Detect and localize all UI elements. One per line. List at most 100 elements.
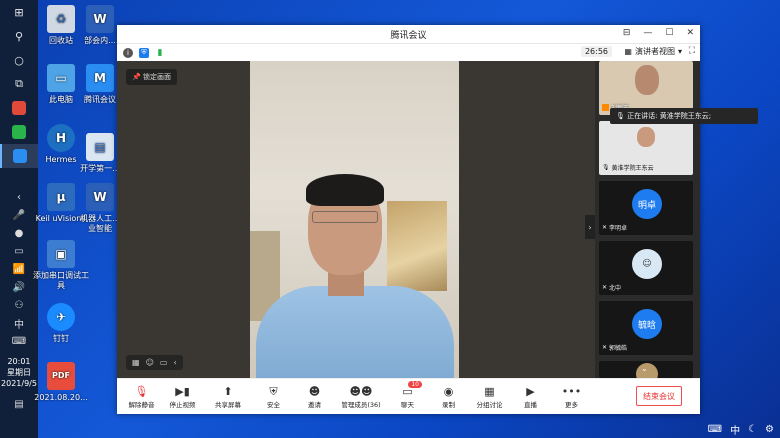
speaking-indicator: 🎙 正在讲话: 黄淮学院王东云; [610,108,758,124]
mic-icon: 🎙 [616,112,625,120]
invite-button[interactable]: ☻ 邀请 [294,381,335,413]
word-icon: W [86,5,114,33]
share-screen-button[interactable]: ⬆ 共享屏幕 [203,381,253,413]
mic-muted-icon: ✕ [602,344,608,351]
view-mode-label: 演讲者视图 [634,47,675,56]
hermes-icon: H [47,124,75,152]
stop-video-button[interactable]: ▶▮ 停止视频 [162,381,203,413]
moon-icon[interactable]: ☾ [748,424,757,435]
participant-tile[interactable]: 刘新玉 [599,61,693,115]
minimize-icon[interactable]: — [643,28,652,38]
signal-icon[interactable]: ▮ [155,48,165,58]
participant-video-face [637,127,655,147]
participant-tile[interactable]: 🎙 黄淮学院王东云 [599,121,693,175]
desktop-icon-serial-tool[interactable]: ▣ 添加串口调试工具 [31,240,91,291]
participant-avatar: 明卓 [632,189,662,219]
view-grid-icon: ▦ [624,47,632,56]
participant-video-face [635,65,659,95]
computer-icon: ▭ [47,64,75,92]
speaker-video[interactable] [250,61,459,378]
participant-tile[interactable]: ☺ ✕ 北中 [599,241,693,295]
keyboard-layout-icon[interactable]: ⌨ [708,424,722,435]
mic-muted-icon: ✕ [602,284,608,291]
desktop-icon-word-doc[interactable]: W 部会内... [78,5,122,46]
participant-tile[interactable]: 毓晗 ✕ 郭毓皓 [599,301,693,355]
layout-icon[interactable]: ▦ [132,358,140,367]
desktop-icon-tencent-meeting[interactable]: M 腾讯会议 [78,64,122,105]
window-titlebar[interactable]: 腾讯会议 ⊟ — ☐ ✕ [117,25,700,44]
tencent-meeting-icon: M [86,64,114,92]
close-icon[interactable]: ✕ [686,28,694,38]
chat-unread-badge: 10 [408,380,422,388]
participant-avatar: 毓晗 [632,309,662,339]
pin-small-icon: 📌 [132,73,141,81]
desktop-icon-doc[interactable]: ▤ 开学第一... [78,133,122,174]
breakout-button[interactable]: ▦ 分组讨论 [469,381,510,413]
participant-name: ✕ 李明卓 [602,224,628,232]
lock-label: 锁定画面 [142,73,171,81]
view-mode-button[interactable]: ▦ 演讲者视图 ▾ [624,46,682,57]
camera-icon: ▶▮ [175,384,190,398]
participant-tile[interactable]: ⌄ [599,361,693,378]
fullscreen-icon[interactable]: ⛶ [689,46,695,56]
desktop-icon-dingtalk[interactable]: ✈ 钉钉 [31,303,91,344]
system-tray: ⌨ 中 ☾ ⚙ [702,420,780,438]
more-icon: ••• [561,384,582,398]
security-button[interactable]: ⛨ 安全 [253,381,294,413]
document-icon: ▤ [86,133,114,161]
chat-button[interactable]: ▭ 10 聊天 [387,380,428,413]
breakout-icon: ▦ [484,384,495,398]
mic-icon: 🎙 [602,164,610,171]
keil-icon: μ [47,183,75,211]
participant-name: 🎙 黄淮学院王东云 [602,164,654,172]
window-controls: ⊟ — ☐ ✕ [623,28,694,38]
dingtalk-icon: ✈ [47,303,75,331]
scroll-down-icon[interactable]: ⌄ [641,364,648,373]
pin-icon[interactable]: ⊟ [623,28,631,38]
recycle-bin-icon: ♻ [47,5,75,33]
meeting-info-bar: i ⛨ ▮ 26:56 ▦ 演讲者视图 ▾ ⛶ [117,44,700,61]
share-screen-icon: ⬆ [223,384,233,398]
lock-screen-button[interactable]: 📌 锁定画面 [126,69,177,85]
participant-avatar: ☺ [632,249,662,279]
unmute-button[interactable]: 🎙 解除静音 [121,381,162,413]
record-icon: ◉ [443,384,454,398]
shield-icon: ⛨ [269,384,278,398]
pdf-icon: PDF [47,362,75,390]
word-icon: W [86,183,114,211]
host-badge-icon [602,104,609,111]
invite-icon: ☻ [308,384,321,398]
participant-name: ✕ 郭毓皓 [602,344,628,352]
chevron-down-icon: ▾ [677,47,682,56]
background-painting [387,201,447,291]
mic-muted-icon: 🎙 [134,384,149,398]
mic-muted-icon: ✕ [602,224,608,231]
serial-tool-icon: ▣ [47,240,75,268]
emoji-icon[interactable]: ☺ [146,358,154,367]
chevron-left-icon[interactable]: ‹ [173,358,176,367]
end-meeting-button[interactable]: 结束会议 [636,386,682,406]
manage-members-button[interactable]: ☻☻ 管理成员(36) [335,381,387,413]
speaker-stage: 📌 锁定画面 ▦ ☺ ▭ ‹ › [117,61,595,378]
collapse-sidebar-button[interactable]: › [585,215,595,239]
maximize-icon[interactable]: ☐ [665,28,673,38]
chat-bubble-icon[interactable]: ▭ [160,358,168,367]
stage-controls: ▦ ☺ ▭ ‹ [126,355,183,370]
speaker-hair [306,174,384,206]
ime-tray-label[interactable]: 中 [730,422,740,437]
gear-icon[interactable]: ⚙ [765,424,774,435]
live-button[interactable]: ▶ 直播 [510,381,551,413]
speaker-shirt [256,286,454,378]
record-button[interactable]: ◉ 录制 [428,381,469,413]
members-icon: ☻☻ [349,384,373,398]
desktop-icon-pdf[interactable]: PDF 2021.08.20... [31,362,91,403]
more-button[interactable]: ••• 更多 [551,381,592,413]
info-icon[interactable]: i [123,47,133,58]
meeting-window: 腾讯会议 ⊟ — ☐ ✕ i ⛨ ▮ 26:56 ▦ 演讲者视图 ▾ ⛶ 📌 锁… [117,25,700,414]
participant-tile[interactable]: 明卓 ✕ 李明卓 [599,181,693,235]
security-shield-icon[interactable]: ⛨ [139,47,149,58]
speaker-glasses [312,211,378,223]
window-title: 腾讯会议 [390,30,427,41]
desktop-icon-word-doc-2[interactable]: W 机器人工...业智能 [78,183,122,234]
meeting-control-bar: 🎙 解除静音 ▶▮ 停止视频 ⬆ 共享屏幕 ⛨ 安全 ☻ 邀请 ☻☻ 管理成员(… [117,378,700,414]
